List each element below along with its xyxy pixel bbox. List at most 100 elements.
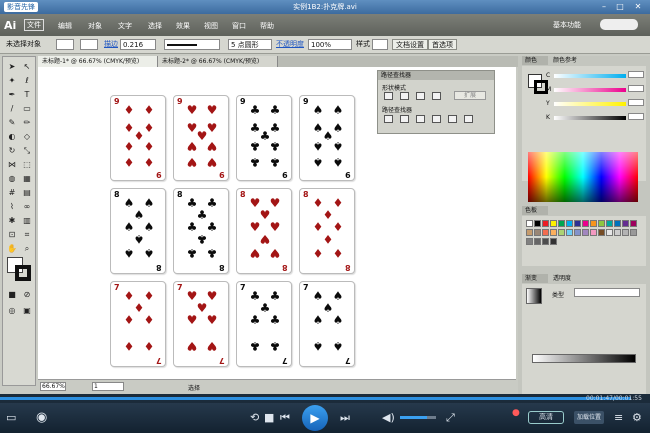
- swatch-chip[interactable]: [534, 238, 541, 245]
- stroke-weight-input[interactable]: 0.216: [120, 39, 156, 50]
- play-icon[interactable]: ▶: [302, 405, 328, 431]
- eye-icon[interactable]: ◉: [36, 411, 47, 424]
- preferences-button[interactable]: 首选项: [428, 39, 457, 50]
- swatch-chip[interactable]: [534, 229, 541, 236]
- workspace-switcher[interactable]: 基本功能: [553, 20, 581, 30]
- swatch-chip[interactable]: [550, 238, 557, 245]
- tab-color[interactable]: 颜色: [522, 56, 548, 65]
- swatch-chip[interactable]: [574, 229, 581, 236]
- playing-card[interactable]: 7 7 ♦ ♦ ♦ ♦ ♦ ♦ ♦: [110, 281, 166, 367]
- swatch-chip[interactable]: [630, 220, 637, 227]
- unite-icon[interactable]: [384, 92, 393, 100]
- value-y[interactable]: [628, 99, 644, 106]
- rectangle-tool-icon[interactable]: ▭: [20, 103, 34, 115]
- direct-selection-tool-icon[interactable]: ↖: [20, 61, 34, 73]
- mesh-tool-icon[interactable]: #: [5, 187, 19, 199]
- fullscreen-icon[interactable]: ⤢: [446, 412, 455, 424]
- tab-gradient[interactable]: 渐变: [522, 274, 548, 283]
- settings-icon[interactable]: ⚙: [632, 412, 642, 424]
- menu-view[interactable]: 视图: [204, 21, 218, 31]
- notification-icon[interactable]: ●: [512, 407, 520, 419]
- pencil-tool-icon[interactable]: ✏: [20, 117, 34, 129]
- swatch-chip[interactable]: [622, 229, 629, 236]
- swatch-chip[interactable]: [606, 220, 613, 227]
- slider-c[interactable]: [554, 74, 626, 78]
- swatch-chip[interactable]: [590, 229, 597, 236]
- playing-card[interactable]: 9 9 ♣ ♣ ♣ ♣ ♣ ♣ ♣ ♣ ♣: [236, 95, 292, 181]
- playlist-icon[interactable]: ≡: [614, 412, 623, 424]
- eyedropper-tool-icon[interactable]: ⌇: [5, 201, 19, 213]
- swatch-chip[interactable]: [558, 220, 565, 227]
- swatch-chip[interactable]: [550, 229, 557, 236]
- tab-color-guide[interactable]: 颜色参考: [550, 56, 586, 65]
- swatch-chip[interactable]: [630, 229, 637, 236]
- menu-object[interactable]: 对象: [88, 21, 102, 31]
- swatch-chip[interactable]: [590, 220, 597, 227]
- color-mode-icon[interactable]: ■: [5, 289, 19, 301]
- stroke-color-dropdown[interactable]: [80, 39, 98, 50]
- paintbrush-tool-icon[interactable]: ✎: [5, 117, 19, 129]
- divide-icon[interactable]: [384, 115, 393, 123]
- swatch-chip[interactable]: [534, 220, 541, 227]
- magic-wand-tool-icon[interactable]: ✦: [5, 75, 19, 87]
- zoom-input[interactable]: 66.67%: [40, 382, 66, 391]
- swatch-chip[interactable]: [574, 220, 581, 227]
- outline-icon[interactable]: [448, 115, 457, 123]
- crop-icon[interactable]: [432, 115, 441, 123]
- previous-icon[interactable]: ⏮: [280, 412, 290, 424]
- expand-button[interactable]: 扩展: [454, 91, 486, 100]
- blob-brush-tool-icon[interactable]: ◐: [5, 131, 19, 143]
- symbol-sprayer-tool-icon[interactable]: ✱: [5, 215, 19, 227]
- slice-tool-icon[interactable]: ⌗: [20, 229, 34, 241]
- swatch-chip[interactable]: [598, 220, 605, 227]
- swatch-chip[interactable]: [614, 229, 621, 236]
- swatch-chip[interactable]: [526, 229, 533, 236]
- line-tool-icon[interactable]: /: [5, 103, 19, 115]
- volume-slider[interactable]: [400, 416, 436, 419]
- none-mode-icon[interactable]: ⊘: [20, 289, 34, 301]
- tab-transparency[interactable]: 透明度: [550, 274, 584, 283]
- swatch-chip[interactable]: [566, 229, 573, 236]
- perspective-grid-tool-icon[interactable]: ▦: [20, 173, 34, 185]
- minus-front-icon[interactable]: [400, 92, 409, 100]
- graph-tool-icon[interactable]: ▥: [20, 215, 34, 227]
- playing-card[interactable]: 7 7 ♣ ♣ ♣ ♣ ♣ ♣ ♣: [236, 281, 292, 367]
- type-tool-icon[interactable]: T: [20, 89, 34, 101]
- status-tool-label[interactable]: 选择: [188, 383, 200, 392]
- swatch-chip[interactable]: [606, 229, 613, 236]
- width-tool-icon[interactable]: ⋈: [5, 159, 19, 171]
- maximize-icon[interactable]: □: [614, 2, 626, 12]
- gradient-tool-icon[interactable]: ▤: [20, 187, 34, 199]
- tab-document-1[interactable]: 未标题-1* @ 66.67% (CMYK/预览): [38, 56, 158, 67]
- hand-tool-icon[interactable]: ✋: [5, 243, 19, 255]
- slider-k[interactable]: [554, 116, 626, 120]
- trim-icon[interactable]: [400, 115, 409, 123]
- menu-file[interactable]: 文件: [24, 19, 44, 31]
- gradient-slider[interactable]: [532, 354, 636, 363]
- stop-icon[interactable]: ■: [264, 412, 274, 424]
- eraser-tool-icon[interactable]: ◇: [20, 131, 34, 143]
- tab-document-2[interactable]: 未标题-2* @ 66.67% (CMYK/预览): [158, 56, 278, 67]
- color-spectrum[interactable]: [528, 152, 638, 202]
- playing-card[interactable]: 8 8 ♦ ♦ ♦ ♦ ♦ ♦ ♦ ♦: [299, 188, 355, 274]
- swatch-chip[interactable]: [558, 229, 565, 236]
- swatch-chip[interactable]: [566, 220, 573, 227]
- menu-type[interactable]: 文字: [118, 21, 132, 31]
- swatch-chip[interactable]: [622, 220, 629, 227]
- style-dropdown[interactable]: [372, 39, 388, 50]
- search-input[interactable]: [600, 19, 638, 30]
- next-icon[interactable]: ⏭: [340, 412, 350, 424]
- selection-tool-icon[interactable]: ➤: [5, 61, 19, 73]
- slider-m[interactable]: [554, 88, 626, 92]
- artboard-number-input[interactable]: 1: [92, 382, 124, 391]
- value-m[interactable]: [628, 85, 644, 92]
- gradient-preview[interactable]: [526, 288, 542, 304]
- blend-tool-icon[interactable]: ∞: [20, 201, 34, 213]
- swatch-chip[interactable]: [526, 220, 533, 227]
- folder-icon[interactable]: ▭: [6, 412, 16, 424]
- close-icon[interactable]: ✕: [632, 2, 644, 12]
- playing-card[interactable]: 8 8 ♠ ♠ ♠ ♠ ♠ ♠ ♠ ♠: [110, 188, 166, 274]
- menu-select[interactable]: 选择: [148, 21, 162, 31]
- lasso-tool-icon[interactable]: ℓ: [20, 75, 34, 87]
- draw-mode-icon[interactable]: ◎: [5, 305, 19, 317]
